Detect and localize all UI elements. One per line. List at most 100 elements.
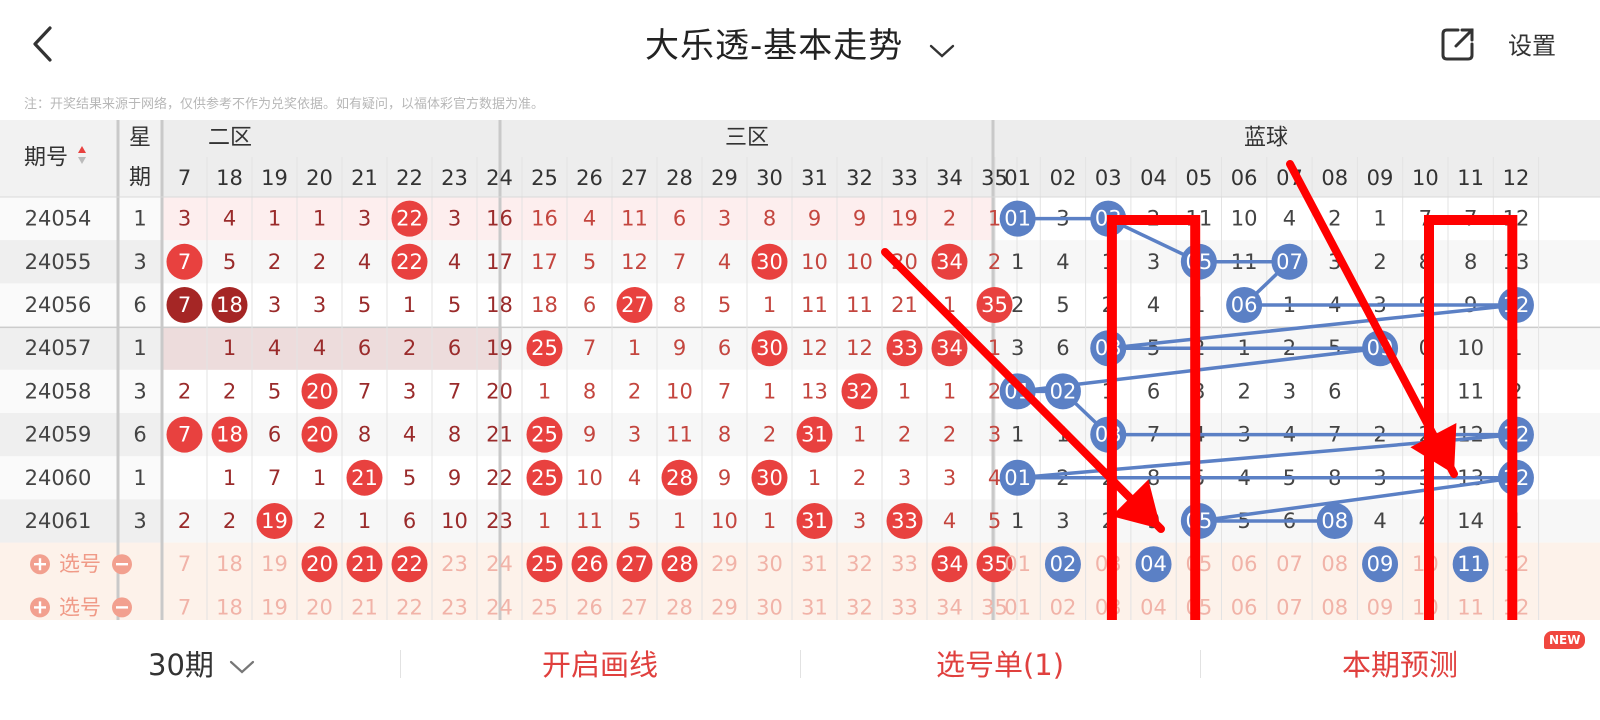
red-miss-count: 16 [531,207,558,231]
red-pick-option[interactable]: 23 [441,595,468,619]
red-miss-count: 1 [853,423,866,447]
period-cell: 24055 [25,250,92,274]
blue-miss-count: 11 [1457,379,1484,403]
weekday-cell: 3 [133,250,146,274]
red-pick-option[interactable]: 33 [891,552,918,576]
weekday-header: 星 [129,126,151,151]
trend-table: 期号星期二区 三区 蓝球7 18 19 20 21 22 23 24 25 26 27 28 29 30 31 3… [0,120,1600,620]
blue-pick-number: 11 [1457,552,1484,576]
red-pick-option[interactable]: 19 [261,595,288,619]
chevron-down-icon [230,660,255,674]
red-pick-option[interactable]: 7 [178,595,191,619]
blue-pick-option[interactable]: 06 [1231,552,1258,576]
page-title[interactable]: 大乐透-基本走势 [0,18,1600,68]
red-miss-count: 3 [718,207,731,231]
red-pick-option[interactable]: 32 [846,552,873,576]
red-miss-count: 10 [846,250,873,274]
draw-lines-button[interactable]: 开启画线 [450,642,750,684]
red-pick-option[interactable]: 33 [891,595,918,619]
red-miss-count: 2 [853,466,866,490]
red-pick-option[interactable]: 18 [216,595,243,619]
red-miss-count: 3 [313,293,326,317]
blue-pick-option[interactable]: 07 [1276,595,1303,619]
red-pick-option[interactable]: 22 [396,595,423,619]
blue-column-header: 11 [1457,166,1484,190]
new-badge: NEW [1544,631,1586,649]
red-ball-number: 34 [936,336,963,360]
red-pick-option[interactable]: 24 [486,552,513,576]
red-pick-option[interactable]: 29 [711,552,738,576]
red-column-header: 7 [178,166,191,190]
red-miss-count: 10 [666,379,693,403]
red-miss-count: 2 [628,379,641,403]
red-pick-option[interactable]: 34 [936,595,963,619]
predict-button[interactable]: 本期预测 [1250,642,1550,684]
blue-miss-count: 3 [1056,509,1069,533]
weekday-cell: 1 [133,336,146,360]
red-miss-count: 3 [898,466,911,490]
red-ball-number: 33 [891,336,918,360]
blue-miss-count: 6 [1328,379,1341,403]
red-pick-option[interactable]: 21 [351,595,378,619]
red-miss-count: 1 [898,379,911,403]
red-pick-option[interactable]: 30 [756,552,783,576]
red-pick-option[interactable]: 31 [801,552,828,576]
red-miss-count: 4 [223,207,236,231]
red-miss-count: 12 [801,336,828,360]
blue-column-header: 09 [1367,166,1394,190]
pick-list-button[interactable]: 选号单(1) [850,642,1150,684]
red-pick-number: 21 [351,552,378,576]
blue-pick-option[interactable]: 07 [1276,552,1303,576]
blue-pick-option[interactable]: 06 [1231,595,1258,619]
period-header[interactable]: 期号 [24,146,68,171]
red-pick-option[interactable]: 28 [666,595,693,619]
red-miss-count: 5 [628,509,641,533]
red-column-header: 28 [666,166,693,190]
red-pick-option[interactable]: 32 [846,595,873,619]
blue-pick-option[interactable]: 01 [1004,552,1031,576]
red-pick-option[interactable]: 29 [711,595,738,619]
red-pick-number: 20 [306,552,333,576]
blue-miss-count: 1 [1011,509,1024,533]
red-miss-count: 9 [583,423,596,447]
blue-pick-option[interactable]: 09 [1367,595,1394,619]
red-miss-count: 1 [403,293,416,317]
red-pick-option[interactable]: 30 [756,595,783,619]
settings-button[interactable]: 设置 [1508,26,1556,61]
share-button[interactable] [1438,24,1478,64]
red-ball-number: 7 [178,293,191,317]
blue-ball-number: 01 [1004,207,1031,231]
blue-miss-count: 2 [1011,293,1024,317]
red-pick-option[interactable]: 26 [576,595,603,619]
red-column-header: 21 [351,166,378,190]
bottom-bar: 30期 开启画线 选号单(1) 本期预测 NEW [0,620,1600,720]
blue-pick-option[interactable]: 08 [1321,595,1348,619]
pick-row-label: 选号 [59,552,101,576]
red-pick-option[interactable]: 23 [441,552,468,576]
blue-pick-option[interactable]: 01 [1004,595,1031,619]
red-pick-option[interactable]: 7 [178,552,191,576]
trend-grid[interactable]: 期号星期二区 三区 蓝球 7 18 19 20 21 22 23 24 25 26 27 28 29 30 31 3… [0,120,1600,620]
blue-pick-option[interactable]: 11 [1457,595,1484,619]
red-miss-count: 3 [628,423,641,447]
period-cell: 24059 [25,423,92,447]
blue-miss-count: 14 [1457,509,1484,533]
period-count-selector[interactable]: 30期 [148,642,255,684]
red-pick-option[interactable]: 18 [216,552,243,576]
red-miss-count: 9 [808,207,821,231]
red-miss-count: 1 [628,336,641,360]
red-pick-option[interactable]: 27 [621,595,648,619]
red-pick-option[interactable]: 31 [801,595,828,619]
red-pick-option[interactable]: 25 [531,595,558,619]
red-pick-option[interactable]: 24 [486,595,513,619]
blue-pick-option[interactable]: 04 [1140,595,1167,619]
red-pick-option[interactable]: 20 [306,595,333,619]
red-pick-option[interactable]: 19 [261,552,288,576]
blue-pick-option[interactable]: 08 [1321,552,1348,576]
red-miss-count: 1 [313,466,326,490]
weekday-header: 期 [129,166,151,191]
weekday-cell: 6 [133,423,146,447]
blue-ball-number: 08 [1321,509,1348,533]
blue-pick-option[interactable]: 02 [1050,595,1077,619]
red-miss-count: 11 [576,509,603,533]
